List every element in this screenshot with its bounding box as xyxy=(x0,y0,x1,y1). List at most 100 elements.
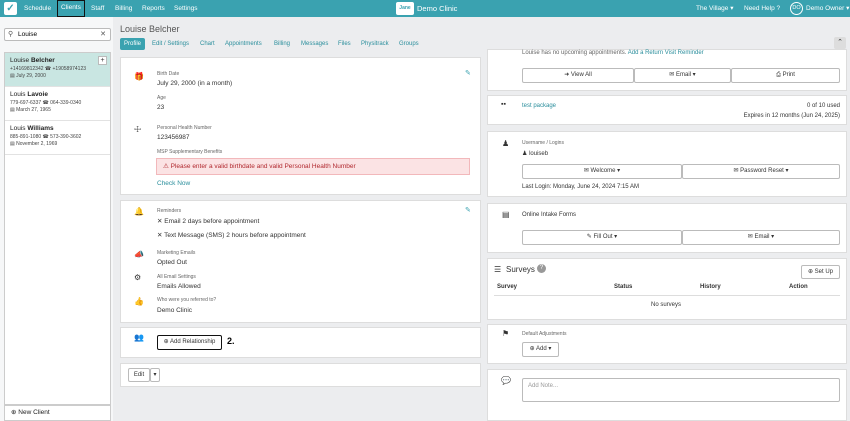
set-up-button[interactable]: ⊕ Set Up xyxy=(801,265,840,279)
add-adjustment-button[interactable]: ⊕ Add ▾ xyxy=(522,342,559,357)
alert-text: Please enter a valid birthdate and valid… xyxy=(170,163,356,170)
tab-files[interactable]: Files xyxy=(338,38,351,50)
envelope-icon: ✉ xyxy=(669,72,675,78)
calendar-icon: ▤ xyxy=(10,141,15,147)
birth-date-value: July 29, 2000 (in a month) xyxy=(157,80,233,87)
age-value: 23 xyxy=(157,104,165,111)
last-login: Last Login: Monday, June 24, 2024 7:15 A… xyxy=(522,184,639,190)
pencil-icon[interactable]: ✎ xyxy=(465,69,471,77)
client-list: Louise Belcher +14169812342 ☎ +190589741… xyxy=(4,52,111,405)
client-first-name: Louise xyxy=(10,57,30,64)
nav-billing[interactable]: Billing xyxy=(115,0,132,17)
nav-staff[interactable]: Staff xyxy=(91,0,104,17)
user-menu[interactable]: Demo Owner ▾ xyxy=(806,0,849,17)
edit-button[interactable]: Edit xyxy=(128,368,150,382)
annotation-step-2: 2. xyxy=(227,336,235,346)
client-sidebar: ⚲ ✕ Louise Belcher +14169812342 ☎ +19058… xyxy=(0,17,113,421)
avatar[interactable]: DO xyxy=(790,2,803,15)
client-dob-value: November 2, 1969 xyxy=(16,141,58,147)
intake-email-button[interactable]: ✉ Email ▾ xyxy=(682,230,840,245)
clear-search-icon[interactable]: ✕ xyxy=(100,30,106,38)
client-first-name: Louis xyxy=(10,91,26,98)
reminders-label: Reminders xyxy=(157,208,182,214)
arrow-right-icon: ➜ xyxy=(564,72,570,78)
plus-circle-icon: ⊕ xyxy=(11,409,17,416)
tab-appointments[interactable]: Appointments xyxy=(225,38,262,50)
birth-date-label: Birth Date xyxy=(157,71,180,77)
client-list-item[interactable]: Louis Williams 885-891-1080 ☎ 573-390-36… xyxy=(5,121,110,155)
client-dob-value: July 29, 2000 xyxy=(16,73,46,79)
check-now-link[interactable]: Check Now xyxy=(157,180,190,187)
client-first-name: Louis xyxy=(10,125,26,132)
tab-groups[interactable]: Groups xyxy=(399,38,419,50)
nav-settings[interactable]: Settings xyxy=(174,0,198,17)
password-reset-label: Password Reset xyxy=(740,168,784,174)
add-relationship-button[interactable]: ⊕ Add Relationship xyxy=(157,335,222,350)
client-phones: +14169812342 ☎ +19058974123 xyxy=(10,66,87,72)
add-note-field[interactable]: Add Note... xyxy=(522,378,840,402)
add-relationship-label: Add Relationship xyxy=(170,339,216,345)
email-label: Email xyxy=(676,72,692,78)
upcoming-row: Louise has no upcoming appointments. Add… xyxy=(522,50,704,56)
password-reset-button[interactable]: ✉ Password Reset ▾ xyxy=(682,164,840,179)
client-title: Louise Belcher xyxy=(120,24,180,34)
plus-circle-icon: ⊕ xyxy=(163,339,169,345)
nav-clients[interactable]: Clients xyxy=(57,0,85,17)
client-name-row: Louis Lavoie xyxy=(10,91,105,98)
client-phones: 885-891-1080 ☎ 573-390-3602 xyxy=(10,134,82,140)
tab-messages[interactable]: Messages xyxy=(301,38,328,50)
client-last-name: Lavoie xyxy=(27,91,48,98)
msp-label: MSP Supplementary Benefits xyxy=(157,149,223,155)
client-list-item[interactable]: Louise Belcher +14169812342 ☎ +190589741… xyxy=(5,53,110,87)
reminder-sms: ✕ Text Message (SMS) 2 hours before appo… xyxy=(157,232,306,239)
list-icon: ☰ xyxy=(494,265,502,274)
bell-icon: 🔔 xyxy=(134,207,144,216)
location-dropdown[interactable]: The Village ▾ xyxy=(696,0,733,17)
new-client-label: New Client xyxy=(18,409,50,416)
tab-edit-settings[interactable]: Edit / Settings xyxy=(152,38,189,50)
reminder-email: ✕ Email 2 days before appointment xyxy=(157,218,260,225)
package-used: 0 of 10 used xyxy=(806,103,840,109)
client-phones: 779-697-6337 ☎ 064-339-0340 xyxy=(10,100,82,106)
app-logo-icon[interactable]: ✓ xyxy=(4,2,17,15)
search-input[interactable] xyxy=(18,30,96,39)
new-client-button[interactable]: ⊕ New Client xyxy=(4,405,111,421)
users-icon: 👥 xyxy=(134,333,144,342)
add-reminder-link[interactable]: Add a Return Visit Reminder xyxy=(628,50,704,56)
all-email-value: Emails Allowed xyxy=(157,283,201,290)
surveys-title: Surveys xyxy=(506,265,535,274)
reminder-email-text: Email 2 days before appointment xyxy=(164,218,260,225)
email-dropdown-button[interactable]: ✉ Email ▾ xyxy=(634,68,731,83)
tab-physitrack[interactable]: Physitrack xyxy=(361,38,389,50)
client-list-item[interactable]: Louis Lavoie 779-697-6337 ☎ 064-339-0340… xyxy=(5,87,110,121)
tab-billing[interactable]: Billing xyxy=(274,38,290,50)
package-link[interactable]: test package xyxy=(522,103,556,109)
envelope-icon: ✉ xyxy=(733,168,739,174)
client-dob: ▤ November 2, 1969 xyxy=(10,141,105,147)
view-all-button[interactable]: ➜ View All xyxy=(522,68,634,83)
pencil-icon[interactable]: ✎ xyxy=(465,206,471,214)
tab-chart[interactable]: Chart xyxy=(200,38,215,50)
alert-icon: ⚠ xyxy=(163,163,169,170)
client-dob: ▤ July 29, 2000 xyxy=(10,73,105,79)
tab-profile[interactable]: Profile xyxy=(120,38,146,50)
print-button[interactable]: ⎙ Print xyxy=(731,68,840,83)
welcome-button[interactable]: ✉ Welcome ▾ xyxy=(522,164,682,179)
question-icon[interactable]: ? xyxy=(537,264,546,273)
login-user: ♟ louiseb xyxy=(522,150,548,157)
welcome-label: Welcome xyxy=(590,168,616,174)
validation-alert: ⚠ Please enter a valid birthdate and val… xyxy=(156,158,470,175)
help-label: Need Help xyxy=(744,5,775,12)
nav-schedule[interactable]: Schedule xyxy=(24,0,51,17)
add-client-button[interactable]: + xyxy=(98,56,107,65)
divider xyxy=(494,295,840,296)
edit-dropdown-toggle[interactable]: ▾ xyxy=(150,368,160,382)
tag-icon: ⚑ xyxy=(502,329,510,338)
help-link[interactable]: Need Help ? xyxy=(744,0,780,17)
nav-reports[interactable]: Reports xyxy=(142,0,165,17)
login-username: louiseb xyxy=(529,151,549,157)
collapse-icon[interactable]: ⌃ xyxy=(834,37,846,49)
package-expires: Expires in 12 months (Jun 24, 2025) xyxy=(743,113,840,119)
client-search[interactable]: ⚲ ✕ xyxy=(4,28,111,41)
fill-out-button[interactable]: ✎ Fill Out ▾ xyxy=(522,230,682,245)
